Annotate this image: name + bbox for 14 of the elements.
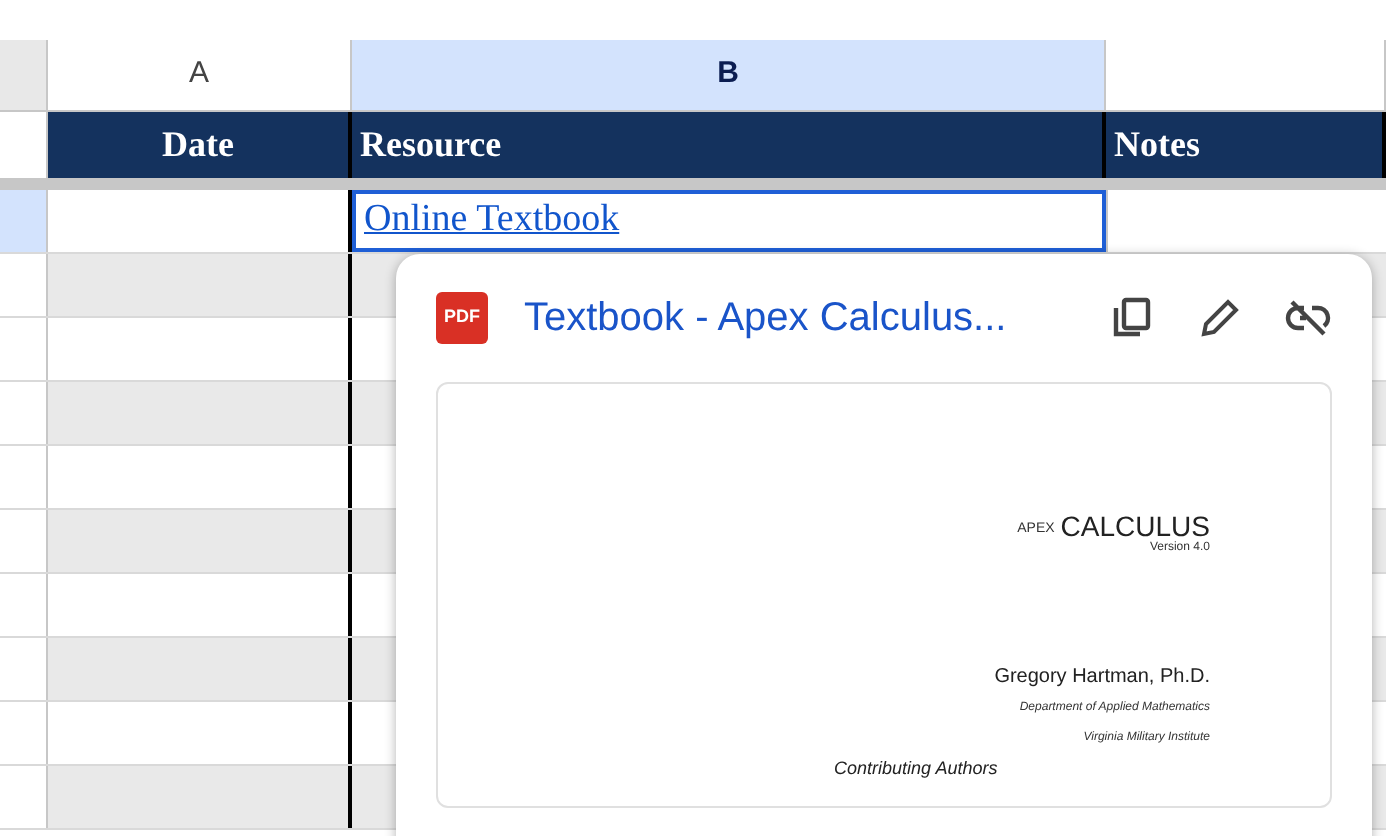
- logo-text: CALCULUS: [1060, 512, 1210, 540]
- pdf-file-icon: PDF: [436, 292, 488, 344]
- header-cell: Notes: [1106, 112, 1386, 178]
- edit-icon[interactable]: [1196, 294, 1244, 342]
- section-heading: Contributing Authors: [834, 756, 998, 782]
- column-header[interactable]: B: [352, 40, 1106, 110]
- header-cell: Resource: [352, 112, 1106, 178]
- copy-icon[interactable]: [1108, 294, 1156, 342]
- author-name: Gregory Hartman, Ph.D.: [994, 664, 1210, 692]
- textbook-link[interactable]: Online Textbook: [364, 192, 620, 250]
- link-title[interactable]: Textbook - Apex Calculus...: [524, 288, 1007, 348]
- select-all-corner[interactable]: [0, 40, 48, 110]
- row-header[interactable]: [0, 190, 48, 252]
- header-cell: Date: [48, 112, 352, 178]
